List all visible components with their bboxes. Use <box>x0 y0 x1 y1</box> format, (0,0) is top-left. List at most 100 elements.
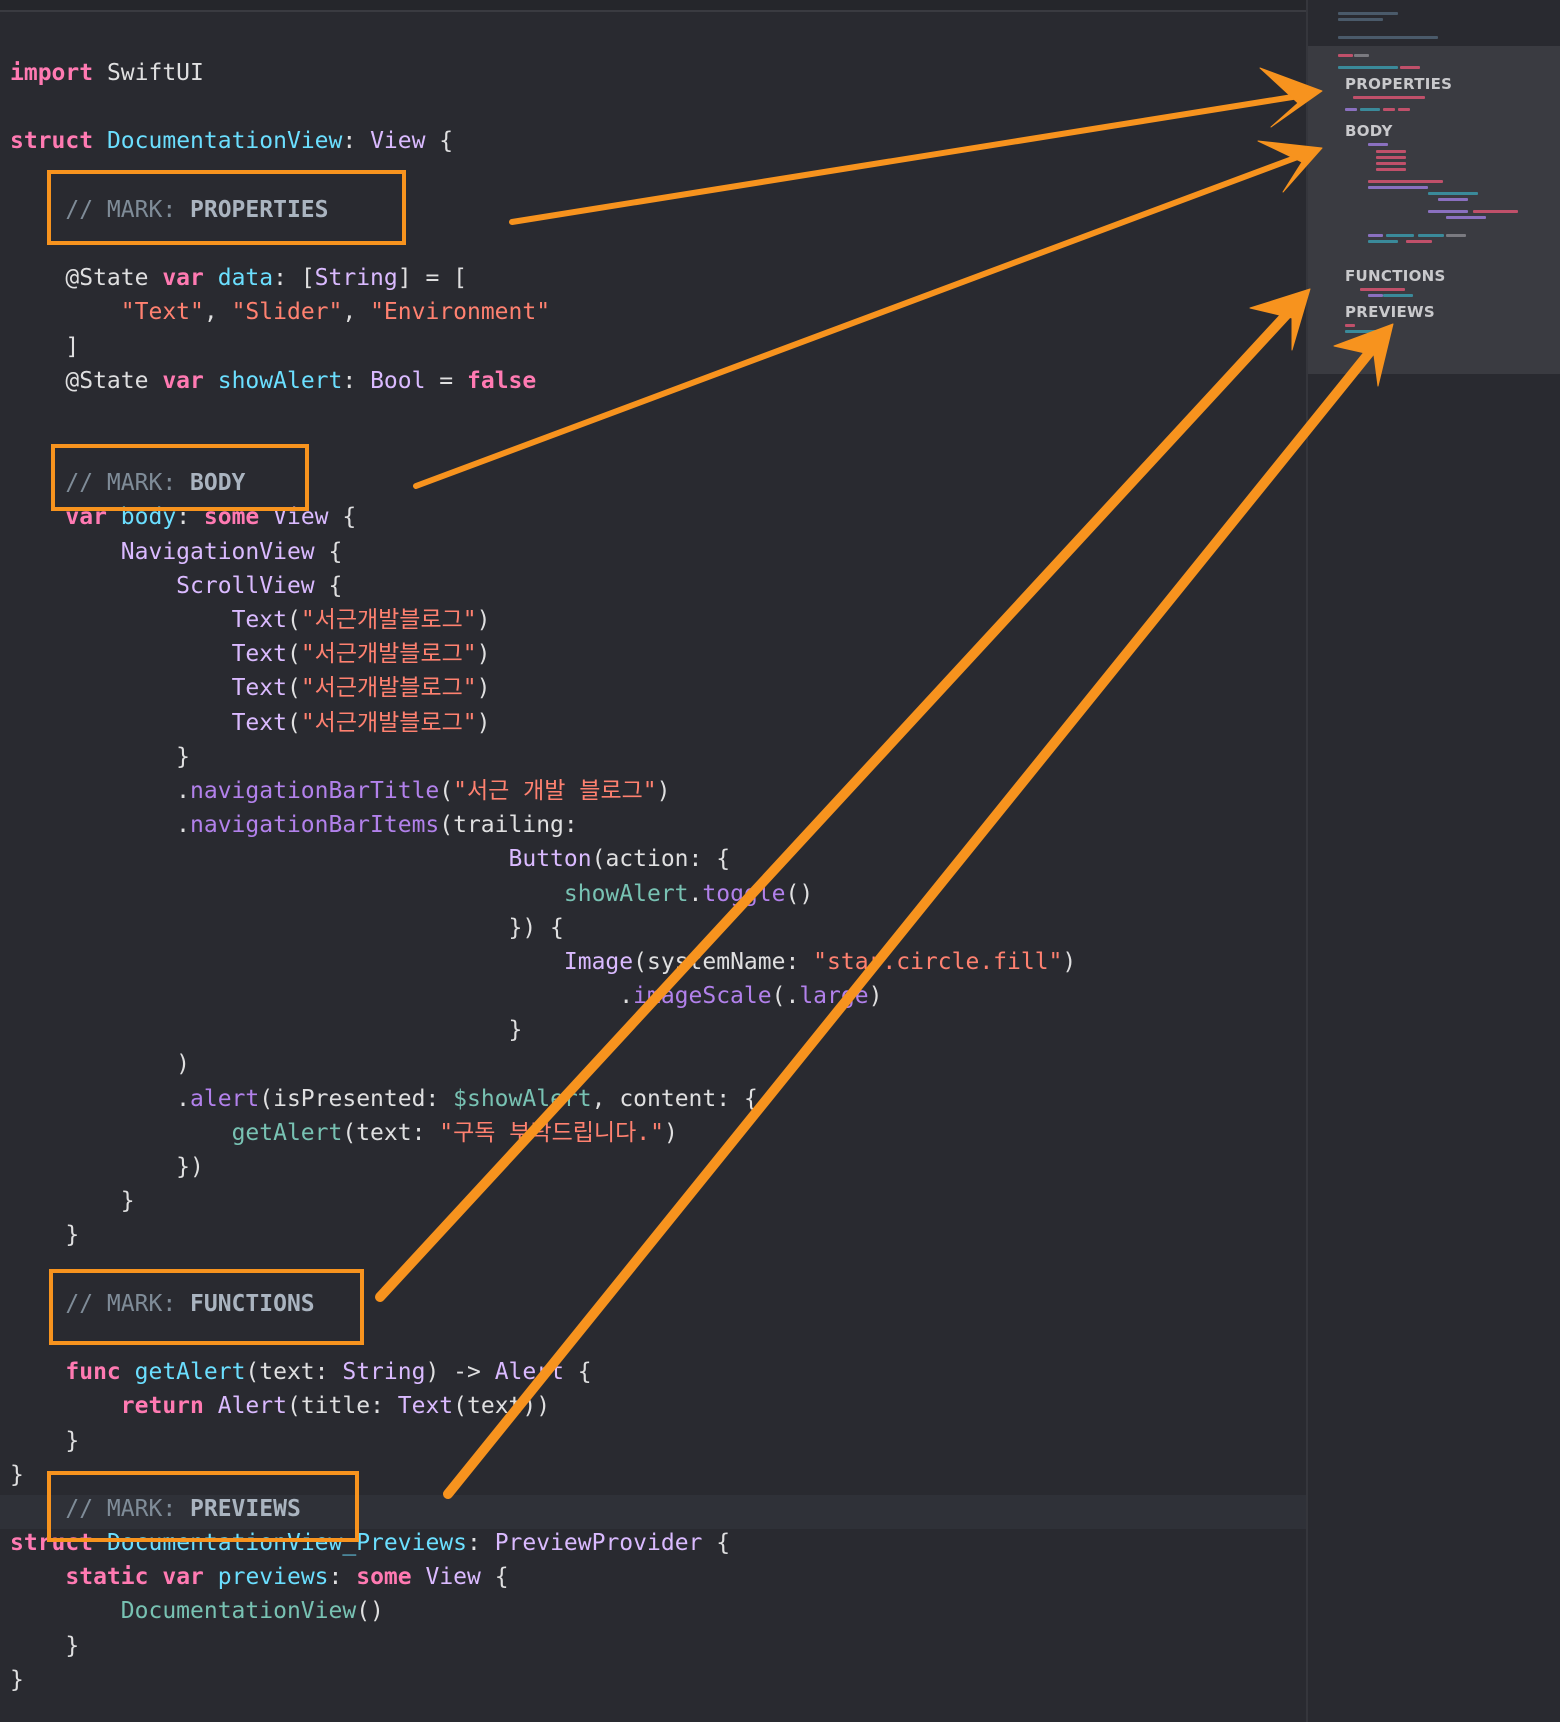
code-token: (text: <box>342 1119 440 1146</box>
minimap-stroke <box>1345 324 1355 327</box>
minimap-stroke <box>1368 143 1388 146</box>
code-line[interactable]: } <box>10 1013 1076 1047</box>
code-token: struct <box>10 128 94 155</box>
code-line[interactable]: struct DocumentationView: View { <box>10 124 1076 158</box>
code-token: ] <box>10 333 80 360</box>
code-line[interactable]: Text("서근개발블로그") <box>10 637 1076 671</box>
code-line[interactable]: ScrollView { <box>10 569 1076 603</box>
code-line[interactable]: } <box>10 1663 1076 1697</box>
code-line[interactable]: } <box>10 1424 1076 1458</box>
code-token: ( <box>286 641 301 668</box>
code-line[interactable]: Text("서근개발블로그") <box>10 603 1076 637</box>
code-token: "구독 부탁드립니다." <box>439 1119 664 1146</box>
code-line[interactable]: .navigationBarItems(trailing: <box>10 808 1076 842</box>
code-line[interactable]: } <box>10 740 1076 774</box>
code-line[interactable]: return Alert(title: Text(text)) <box>10 1389 1076 1423</box>
code-line[interactable]: static var previews: some View { <box>10 1560 1076 1594</box>
code-token: false <box>467 367 537 394</box>
code-token: Text <box>231 709 287 736</box>
minimap-stroke <box>1398 108 1410 111</box>
minimap-stroke <box>1400 66 1420 69</box>
minimap-stroke <box>1376 156 1406 159</box>
code-token: ( <box>439 777 454 804</box>
code-token: toggle <box>702 880 786 907</box>
minimap-mark-functions[interactable]: FUNCTIONS <box>1345 267 1446 285</box>
code-line[interactable]: showAlert.toggle() <box>10 877 1076 911</box>
minimap-stroke <box>1438 198 1468 201</box>
code-token: { <box>480 1564 509 1591</box>
code-token: imageScale <box>633 983 772 1010</box>
code-line[interactable]: DocumentationView() <box>10 1594 1076 1628</box>
minimap-stroke <box>1386 234 1414 237</box>
code-line[interactable] <box>10 398 1076 432</box>
code-line[interactable]: ] <box>10 330 1076 364</box>
code-token: "서근개발블로그" <box>300 607 477 633</box>
code-token: var <box>162 265 204 292</box>
code-token: Alert <box>494 1359 564 1386</box>
code-line[interactable]: @State var showAlert: Bool = false <box>10 364 1076 398</box>
minimap-stroke <box>1383 294 1413 297</box>
code-token: large <box>799 983 869 1010</box>
code-token: () <box>356 1598 384 1625</box>
code-token: "서근개발블로그" <box>300 709 477 736</box>
minimap-mark-properties[interactable]: PROPERTIES <box>1345 75 1452 93</box>
code-line[interactable]: ) <box>10 1047 1076 1081</box>
code-token: } <box>10 1222 80 1249</box>
code-token: ) <box>476 641 491 668</box>
minimap[interactable]: PROPERTIES BODY FUNCTIONS PREVIEWS <box>1306 0 1560 1722</box>
code-token: data <box>217 265 274 292</box>
minimap-mark-body[interactable]: BODY <box>1345 122 1393 140</box>
code-token: () <box>785 880 814 907</box>
minimap-stroke <box>1368 180 1443 183</box>
code-line[interactable]: }) <box>10 1150 1076 1184</box>
code-line[interactable]: .imageScale(.large) <box>10 979 1076 1013</box>
code-line[interactable]: func getAlert(text: String) -> Alert { <box>10 1355 1076 1389</box>
code-token: import <box>10 60 94 86</box>
code-token: } <box>10 1188 135 1215</box>
code-token: { <box>328 504 357 531</box>
code-token: View <box>425 1564 481 1591</box>
code-line[interactable]: getAlert(text: "구독 부탁드립니다.") <box>10 1116 1076 1150</box>
code-token: "서근 개발 블로그" <box>453 777 657 804</box>
highlight-box-body <box>51 444 309 511</box>
code-line[interactable]: @State var data: [String] = [ <box>10 261 1076 295</box>
minimap-stroke <box>1345 330 1390 333</box>
code-token: , <box>203 299 232 326</box>
code-line[interactable]: .navigationBarTitle("서근 개발 블로그") <box>10 774 1076 808</box>
code-token: , content: { <box>591 1085 758 1112</box>
code-token: . <box>10 1085 191 1112</box>
code-line[interactable]: }) { <box>10 911 1076 945</box>
code-line[interactable]: Text("서근개발블로그") <box>10 706 1076 740</box>
minimap-stroke <box>1368 240 1398 243</box>
code-line[interactable]: Image(systemName: "star.circle.fill") <box>10 945 1076 979</box>
code-token: DocumentationView <box>120 1598 357 1625</box>
code-line[interactable]: } <box>10 1218 1076 1252</box>
code-line[interactable]: .alert(isPresented: $showAlert, content:… <box>10 1082 1076 1116</box>
minimap-stroke <box>1368 186 1428 189</box>
code-token: "서근개발블로그" <box>300 641 477 668</box>
code-line[interactable]: import SwiftUI <box>10 56 1076 90</box>
code-token: getAlert <box>231 1119 343 1146</box>
code-line[interactable]: } <box>10 1184 1076 1218</box>
code-token: } <box>10 1461 24 1488</box>
code-token: ) <box>476 709 491 736</box>
code-token: func <box>65 1359 121 1386</box>
code-area[interactable]: import SwiftUI struct DocumentationView:… <box>10 56 1076 1697</box>
code-line[interactable]: Button(action: { <box>10 842 1076 876</box>
code-token: ) <box>476 607 491 633</box>
code-line[interactable]: "Text", "Slider", "Environment" <box>10 295 1076 329</box>
code-token: } <box>10 1666 24 1693</box>
minimap-stroke <box>1376 162 1406 165</box>
code-line[interactable]: Text("서근개발블로그") <box>10 671 1076 705</box>
code-editor[interactable]: import SwiftUI struct DocumentationView:… <box>0 0 1306 1722</box>
code-token: ( <box>286 607 301 633</box>
code-line[interactable] <box>10 90 1076 124</box>
minimap-mark-previews[interactable]: PREVIEWS <box>1345 303 1435 321</box>
code-line[interactable]: NavigationView { <box>10 535 1076 569</box>
code-line[interactable]: } <box>10 1629 1076 1663</box>
